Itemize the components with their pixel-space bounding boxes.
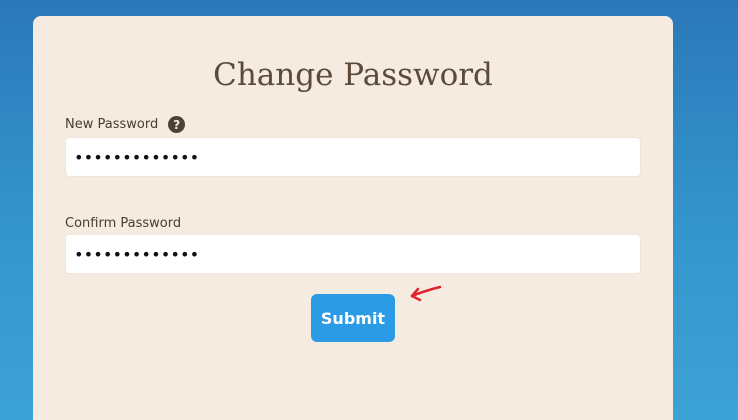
new-password-field[interactable] bbox=[65, 137, 641, 177]
new-password-label: New Password bbox=[65, 117, 159, 132]
red-hand-drawn-arrow-icon bbox=[410, 285, 442, 302]
confirm-password-label: Confirm Password bbox=[65, 216, 182, 231]
page-title: Change Password bbox=[213, 57, 493, 93]
question-circle-icon[interactable]: ? bbox=[168, 116, 186, 133]
confirm-password-field[interactable] bbox=[65, 234, 641, 274]
change-password-card: Change Password New Password ? Confirm P… bbox=[33, 16, 673, 420]
confirm-password-label-row: Confirm Password bbox=[65, 217, 181, 230]
new-password-label-row: New Password ? bbox=[65, 116, 186, 133]
submit-button[interactable]: Submit bbox=[311, 294, 395, 342]
